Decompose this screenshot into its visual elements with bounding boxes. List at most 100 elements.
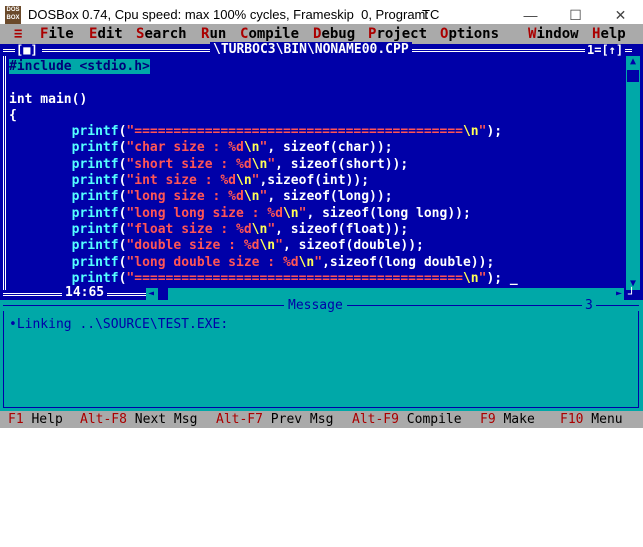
code-token: printf — [71, 189, 119, 205]
frame-bottom-border — [3, 407, 639, 408]
code-line[interactable]: printf("long double size : %d\n",sizeof(… — [9, 255, 619, 271]
code-token: "int size : %d — [126, 173, 236, 189]
cursor-position: 14:65 — [62, 285, 108, 300]
menu-window[interactable]: Window — [528, 24, 579, 44]
menu-edit[interactable]: Edit — [89, 24, 123, 44]
menu-options[interactable]: Options — [440, 24, 499, 44]
window-number-zoom[interactable]: 1=[↑] — [585, 44, 626, 56]
frame-left-border — [3, 56, 6, 290]
scroll-thumb[interactable] — [627, 70, 639, 82]
menu-run[interactable]: Run — [201, 24, 226, 44]
code-token: \n — [251, 156, 268, 172]
code-token: "long double size : %d — [126, 254, 299, 270]
code-line[interactable]: printf("short size : %d\n", sizeof(short… — [9, 157, 619, 173]
status-prev-msg[interactable]: Alt-F7 Prev Msg — [216, 411, 333, 428]
code-token: _ — [502, 270, 518, 286]
code-line[interactable]: printf("char size : %d\n", sizeof(char))… — [9, 140, 619, 156]
message-window-title: Message — [284, 298, 347, 313]
code-token: \n — [462, 270, 479, 286]
code-token: \n — [243, 140, 260, 156]
frame-line — [3, 49, 15, 52]
code-token: " — [314, 254, 323, 270]
code-token: "long size : %d — [126, 189, 244, 205]
message-line[interactable]: •Linking ..\SOURCE\TEST.EXE: — [9, 317, 228, 332]
status-help[interactable]: F1 Help — [8, 411, 63, 428]
system-menu-icon[interactable]: ≡ — [14, 24, 22, 44]
status-make[interactable]: F9 Make — [480, 411, 535, 428]
code-token: , sizeof(double)); — [282, 238, 424, 254]
code-token: printf — [71, 173, 119, 189]
code-token: \n — [462, 124, 479, 140]
code-token: printf — [71, 205, 119, 221]
status-menu[interactable]: F10 Menu — [560, 411, 623, 428]
vertical-scrollbar[interactable]: ▲ ▼ — [626, 56, 640, 290]
menu-compile[interactable]: Compile — [240, 24, 299, 44]
code-line[interactable]: int main() — [9, 92, 619, 108]
code-token: , sizeof(short)); — [275, 156, 409, 172]
scroll-right-arrow-icon[interactable]: ► — [614, 288, 624, 300]
window-close-box[interactable]: [■] — [16, 44, 38, 56]
code-line[interactable]: printf("int size : %d\n",sizeof(int)); — [9, 173, 619, 189]
menu-help[interactable]: Help — [592, 24, 626, 44]
scroll-up-arrow-icon[interactable]: ▲ — [626, 56, 640, 68]
code-token: printf — [71, 140, 119, 156]
code-token: "short size : %d — [126, 156, 252, 172]
status-next-msg[interactable]: Alt-F8 Next Msg — [80, 411, 197, 428]
resize-corner-icon[interactable]: ┘ — [628, 288, 640, 300]
code-token: \n — [236, 173, 252, 189]
code-token: printf — [71, 124, 119, 140]
code-token: \n — [243, 189, 260, 205]
code-line[interactable]: printf("long size : %d\n", sizeof(long))… — [9, 189, 619, 205]
code-token: \n — [251, 221, 268, 237]
horizontal-scrollbar[interactable]: ◄ ► — [146, 288, 624, 300]
menu-project[interactable]: Project — [368, 24, 427, 44]
code-token: " — [275, 238, 283, 254]
code-token: #include <stdio.h> — [9, 59, 150, 74]
code-editor-text[interactable]: #include <stdio.h> int main(){ printf("==… — [9, 59, 619, 287]
code-line[interactable]: printf("================================… — [9, 124, 619, 140]
code-line[interactable]: { — [9, 108, 619, 124]
menu-search[interactable]: Search — [136, 24, 187, 44]
message-frame-top: Message 3 — [0, 298, 643, 313]
frame-right-border — [638, 311, 639, 407]
code-token: "=======================================… — [126, 124, 463, 140]
code-token: , sizeof(float)); — [275, 221, 409, 237]
code-token: \n — [282, 205, 299, 221]
status-bar: F1 Help Alt-F8 Next Msg Alt-F7 Prev Msg … — [0, 411, 643, 428]
code-token: " — [267, 156, 276, 172]
code-token: ,sizeof(int)); — [259, 173, 370, 189]
scroll-left-arrow-icon[interactable]: ◄ — [146, 288, 156, 300]
window-program-name: TC — [422, 7, 440, 22]
code-token: " — [267, 221, 276, 237]
message-window-number: 3 — [582, 298, 596, 313]
code-token: , sizeof(long long)); — [306, 205, 471, 221]
code-token: ); — [486, 270, 503, 286]
editor-window: [■] \TURBOC3\BIN\NONAME00.CPP 1=[↑] #inc… — [0, 42, 643, 300]
code-token: ); — [486, 124, 503, 140]
menu-file[interactable]: File — [40, 24, 74, 44]
code-line[interactable] — [9, 75, 619, 91]
code-line[interactable]: printf("float size : %d\n", sizeof(float… — [9, 222, 619, 238]
code-line[interactable]: printf("long long size : %d\n", sizeof(l… — [9, 206, 619, 222]
dos-screen: ≡ File Edit Search Run Compile Debug Pro… — [0, 24, 643, 428]
code-token: "=======================================… — [126, 270, 463, 286]
code-token: ,sizeof(long double)); — [322, 254, 495, 270]
code-line[interactable]: printf("double size : %d\n", sizeof(doub… — [9, 238, 619, 254]
hscroll-thumb[interactable] — [158, 288, 168, 300]
code-token: int main() — [9, 91, 88, 107]
status-compile[interactable]: Alt-F9 Compile — [352, 411, 462, 428]
code-token: , sizeof(long)); — [267, 189, 393, 205]
code-line[interactable]: #include <stdio.h> — [9, 59, 619, 75]
menu-debug[interactable]: Debug — [313, 24, 355, 44]
menu-bar: ≡ File Edit Search Run Compile Debug Pro… — [0, 24, 643, 44]
code-token: , sizeof(char)); — [267, 140, 393, 156]
code-token: printf — [71, 221, 119, 237]
message-window: Message 3 •Linking ..\SOURCE\TEST.EXE: — [0, 298, 643, 411]
